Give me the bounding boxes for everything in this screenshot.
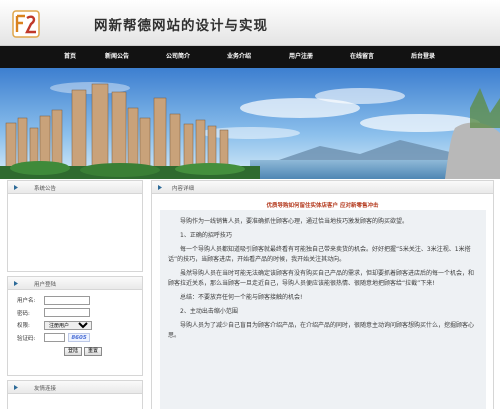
- friend-links-title: 友情连接: [34, 386, 57, 392]
- article-paragraph: 总结：不要放弃任何一个能与顾客接触的机会!: [180, 294, 303, 301]
- captcha-label: 验证码:: [17, 335, 36, 342]
- nav-item-register[interactable]: 用户注册: [289, 46, 313, 68]
- site-header: 网新帮德网站的设计与实现: [0, 0, 500, 46]
- article-paragraph: 1、正确的招呼技巧: [180, 232, 232, 239]
- banner-image: [0, 68, 500, 179]
- arrow-icon: [14, 185, 18, 190]
- article-title: 优质导购如何留住实体店客户 应对新零售冲击: [266, 203, 379, 209]
- article-paragraph: 导购作为一线销售人员，要准确抓住顾客心理，通过恰当地技巧激发顾客的购买欲望。: [180, 218, 409, 225]
- arrow-icon: [14, 385, 18, 390]
- site-title: 网新帮德网站的设计与实现: [94, 18, 268, 34]
- nav-item-news[interactable]: 新闻公告: [105, 46, 129, 68]
- article-paragraph: 每一个导购人员都知道吸引顾客就最终看有可能独自己带来卖货的机会。好好把握“5米关…: [168, 246, 471, 263]
- password-input[interactable]: [44, 308, 90, 318]
- article-paragraph: 虽然导购人员在当时可能无法确定该顾客有没有购买自己产品的需求，但却要抓着顾客进店…: [168, 270, 475, 287]
- password-label: 密码:: [17, 310, 30, 317]
- nav-item-business[interactable]: 业务介绍: [227, 46, 251, 68]
- section-title: 内容详细: [172, 186, 195, 192]
- login-form: 用户名: 密码: 权限: 注册用户 验证码: 8605 登陆 重置: [8, 290, 142, 356]
- sidebar: 系统公告 用户登陆 用户名: 密码: 权限: 注册用户 验证码: 8605 登陆…: [7, 180, 143, 409]
- main-content: 内容详细 优质导购如何留住实体店客户 应对新零售冲击 导购作为一线销售人员，要准…: [151, 180, 494, 409]
- article-body: 导购作为一线销售人员，要准确抓住顾客心理，通过恰当地技巧激发顾客的购买欲望。 1…: [160, 210, 486, 409]
- nav-item-about[interactable]: 公司简介: [166, 46, 190, 68]
- arrow-icon: [158, 185, 162, 190]
- login-panel: 用户登陆 用户名: 密码: 权限: 注册用户 验证码: 8605 登陆 重置: [7, 276, 143, 376]
- login-button[interactable]: 登陆: [64, 347, 83, 356]
- announcement-panel: 系统公告: [7, 180, 143, 272]
- username-input[interactable]: [44, 295, 90, 305]
- username-label: 用户名:: [17, 298, 36, 305]
- nav-item-home[interactable]: 首页: [64, 46, 76, 68]
- nav-item-admin-login[interactable]: 后台登录: [411, 46, 435, 68]
- arrow-icon: [14, 281, 18, 286]
- login-title: 用户登陆: [34, 282, 57, 288]
- article-paragraph: 导购人员为了减少自己盲目为顾客介绍产品，在介绍产品的同时，很随意主动询问顾客想购…: [168, 322, 475, 339]
- nav-item-message[interactable]: 在线留言: [350, 46, 374, 68]
- main-nav: 首页 新闻公告 公司简介 业务介绍 用户注册 在线留言 后台登录: [0, 46, 500, 68]
- site-logo: [12, 10, 40, 38]
- friend-links-panel: 友情连接: [7, 380, 143, 409]
- article-paragraph: 2、主动出击缩小范围: [180, 308, 238, 315]
- captcha-input[interactable]: [44, 333, 65, 343]
- role-label: 权限:: [17, 323, 30, 330]
- captcha-image[interactable]: 8605: [68, 333, 90, 343]
- announcement-title: 系统公告: [34, 186, 57, 192]
- reset-button[interactable]: 重置: [84, 347, 103, 356]
- role-select[interactable]: 注册用户: [44, 320, 92, 330]
